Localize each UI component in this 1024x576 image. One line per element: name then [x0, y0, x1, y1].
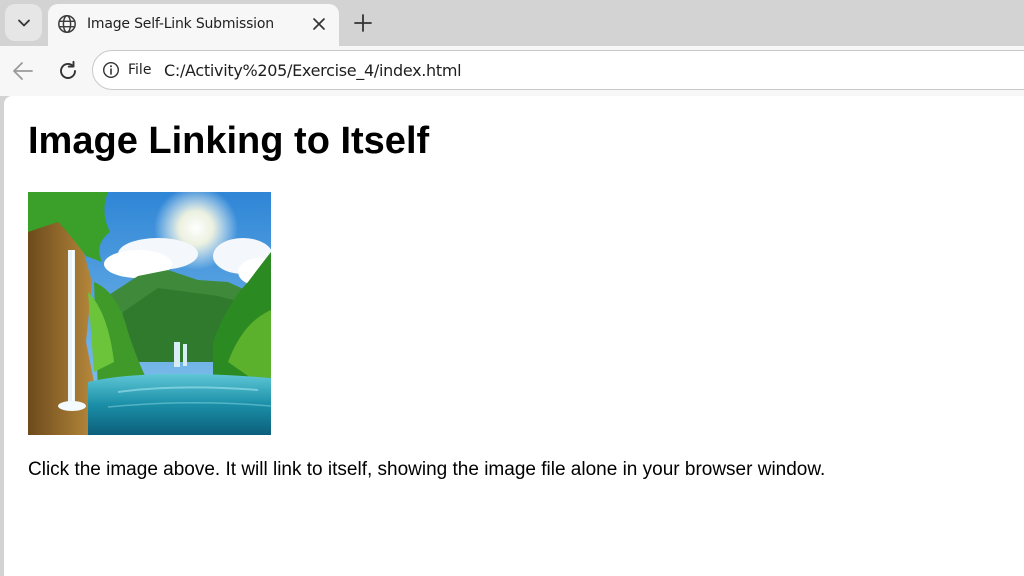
page-heading: Image Linking to Itself: [28, 120, 430, 162]
tab-list-icon: [17, 19, 30, 26]
tab-search-button[interactable]: [5, 4, 42, 41]
globe-icon: [58, 15, 76, 33]
close-icon[interactable]: [310, 15, 328, 33]
plus-icon[interactable]: [352, 12, 374, 34]
page-caption: Click the image above. It will link to i…: [28, 459, 826, 480]
back-arrow-icon[interactable]: [11, 60, 35, 82]
page-content: Image Linking to Itself Click the image …: [4, 96, 1024, 576]
browser-toolbar: File C:/Activity%205/Exercise_4/index.ht…: [0, 46, 1024, 96]
waterfall-lake-landscape-image[interactable]: [28, 192, 271, 435]
reload-icon[interactable]: [56, 59, 80, 83]
address-bar[interactable]: File C:/Activity%205/Exercise_4/index.ht…: [92, 50, 1024, 90]
info-icon[interactable]: [102, 61, 120, 79]
tab-strip: Image Self-Link Submission: [0, 0, 1024, 46]
url-text[interactable]: C:/Activity%205/Exercise_4/index.html: [164, 61, 462, 80]
scheme-chip[interactable]: File: [128, 62, 151, 78]
image-self-link[interactable]: [28, 192, 271, 435]
active-tab[interactable]: Image Self-Link Submission: [48, 4, 339, 46]
tab-title: Image Self-Link Submission: [87, 16, 274, 32]
